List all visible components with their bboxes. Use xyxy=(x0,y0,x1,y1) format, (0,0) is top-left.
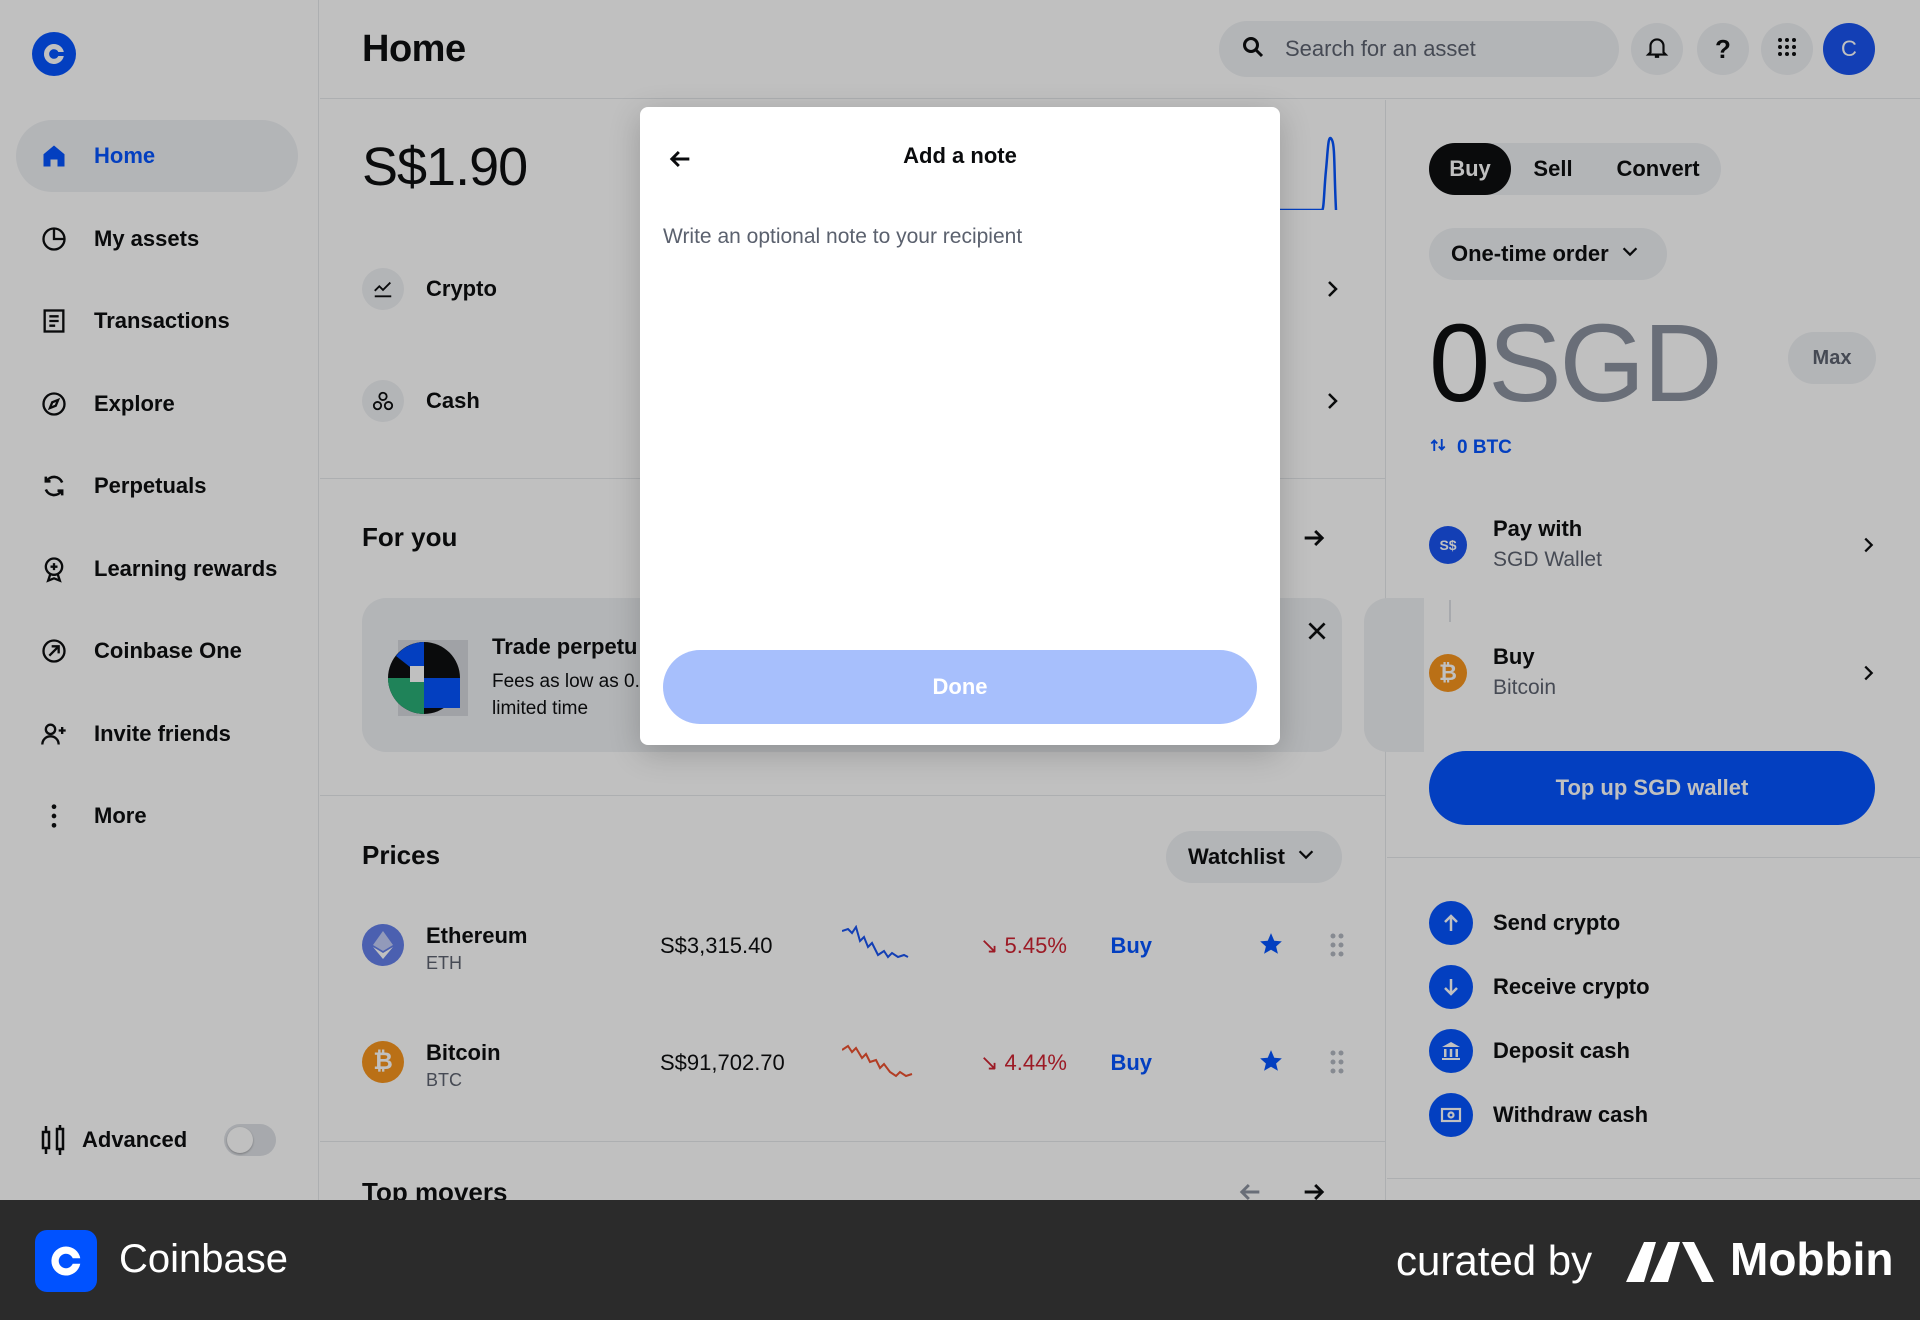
footer-curated-by: curated by xyxy=(1396,1237,1593,1284)
note-textarea[interactable] xyxy=(663,225,1257,605)
add-note-modal: Add a note Done xyxy=(640,107,1280,745)
footer-mobbin: Mobbin xyxy=(1730,1233,1894,1285)
done-button[interactable]: Done xyxy=(663,650,1257,724)
app-window: Home My assets Transactions Explore Perp… xyxy=(0,0,1920,1200)
footer-banner: Coinbase curated by Mobbin xyxy=(0,1200,1920,1320)
coinbase-app-icon xyxy=(35,1230,97,1292)
mobbin-logo-icon xyxy=(1626,1238,1714,1287)
modal-title: Add a note xyxy=(903,143,1017,168)
footer-brand: Coinbase xyxy=(119,1237,289,1281)
